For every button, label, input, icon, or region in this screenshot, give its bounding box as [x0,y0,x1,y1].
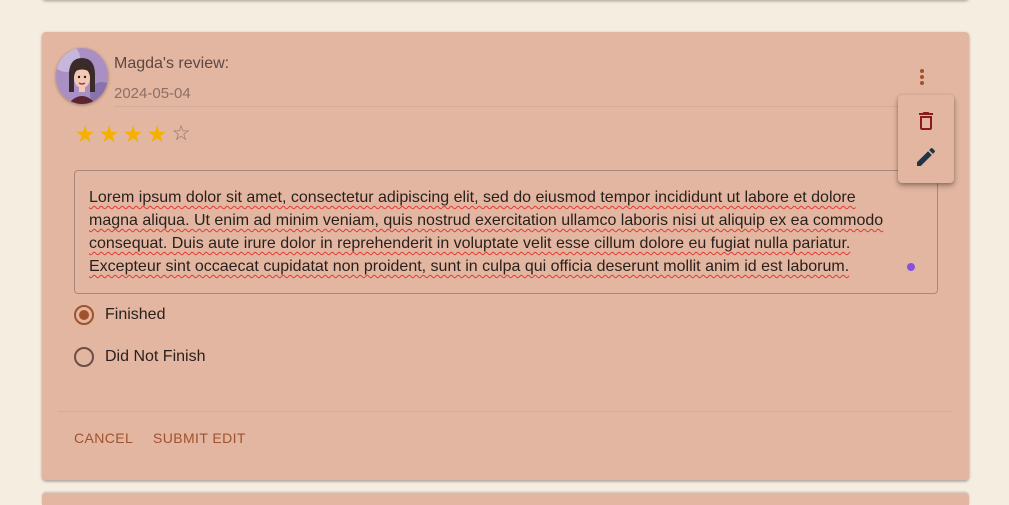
delete-button[interactable] [914,109,938,133]
edit-button[interactable] [914,145,938,169]
submit-edit-button[interactable]: SUBMIT EDIT [153,430,246,446]
more-vert-icon [920,69,924,85]
review-textarea[interactable]: Lorem ipsum dolor sit amet, consectetur … [74,170,938,294]
star-icon-2[interactable]: ★ [98,122,120,146]
radio-did-not-finish[interactable]: Did Not Finish [74,347,205,367]
header-divider [114,106,953,107]
grammar-check-indicator[interactable] [907,263,915,271]
star-icon-3[interactable]: ★ [122,122,144,146]
radio-finished-label: Finished [105,306,166,323]
avatar [56,48,108,104]
radio-did-not-finish-label: Did Not Finish [105,348,206,365]
review-author-label: Magda's review: [114,55,230,72]
cancel-button[interactable]: CANCEL [74,430,133,446]
edit-icon [917,147,936,166]
star-icon-4[interactable]: ★ [146,122,168,146]
radio-checked-icon[interactable] [74,305,94,325]
star-outline-icon-5[interactable]: ☆ [170,122,192,146]
delete-icon [919,112,933,130]
review-edit-card: Magda's review: 2024-05-04 ★ ★ ★ ★ ☆ Lor… [42,32,969,480]
radio-unchecked-icon[interactable] [74,347,94,367]
review-date: 2024-05-04 [114,85,191,102]
options-popup-menu [898,95,954,183]
radio-finished[interactable]: Finished [74,305,165,325]
star-rating[interactable]: ★ ★ ★ ★ ☆ [74,122,192,146]
more-options-button[interactable] [912,65,932,89]
actions-divider [58,411,953,412]
next-review-card [42,493,969,505]
star-icon-1[interactable]: ★ [74,122,96,146]
review-text[interactable]: Lorem ipsum dolor sit amet, consectetur … [89,186,897,278]
